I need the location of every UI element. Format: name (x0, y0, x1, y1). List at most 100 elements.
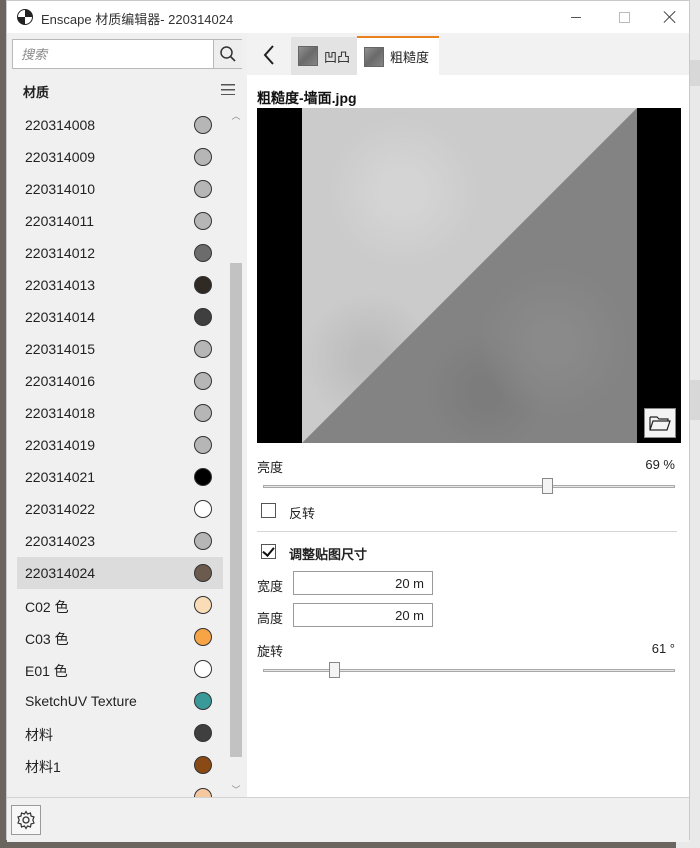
material-name: C03 色 (25, 631, 69, 647)
material-list-item[interactable]: C02 色 (17, 589, 223, 621)
invert-checkbox[interactable] (261, 503, 276, 518)
material-list-item[interactable]: 220314012 (17, 237, 223, 269)
material-color-swatch[interactable] (194, 340, 212, 358)
material-list-item[interactable]: 220314014 (17, 301, 223, 333)
material-name: SketchUV Texture (25, 693, 137, 709)
brightness-slider[interactable] (263, 478, 675, 494)
material-name: 220314024 (25, 565, 96, 581)
material-name: 220314013 (25, 277, 96, 293)
scrollbar-thumb[interactable] (230, 263, 242, 757)
materials-header: 材质 (7, 73, 247, 107)
tab-bump[interactable]: 凹凸 (291, 37, 357, 75)
texture-preview (257, 108, 681, 443)
material-color-swatch[interactable] (194, 500, 212, 518)
material-color-swatch[interactable] (194, 532, 212, 550)
material-list-item[interactable]: 220314022 (17, 493, 223, 525)
open-file-button[interactable] (644, 408, 676, 438)
material-name: 材料1 (25, 759, 61, 775)
material-color-swatch[interactable] (194, 148, 212, 166)
chevron-left-icon (263, 45, 274, 65)
material-color-swatch[interactable] (194, 308, 212, 326)
width-label: 宽度 (257, 579, 284, 594)
material-name: 220314021 (25, 469, 96, 485)
search-button[interactable] (213, 40, 242, 68)
material-name: 220314015 (25, 341, 96, 357)
material-color-swatch[interactable] (194, 372, 212, 390)
close-button[interactable] (647, 1, 693, 33)
material-color-swatch[interactable] (194, 564, 212, 582)
texture-tabs-bar: 凹凸 粗糙度 (247, 33, 689, 75)
list-scrollbar[interactable]: ︿ ﹀ (229, 109, 243, 799)
material-color-swatch[interactable] (194, 468, 212, 486)
brightness-label: 亮度 (257, 460, 284, 475)
back-button[interactable] (255, 41, 283, 69)
material-list-item[interactable]: 220314023 (17, 525, 223, 557)
material-name: 220314023 (25, 533, 96, 549)
section-divider (257, 531, 677, 532)
material-list-item[interactable]: 220314024 (17, 557, 223, 589)
material-name: 220314014 (25, 309, 96, 325)
material-color-swatch[interactable] (194, 596, 212, 614)
material-list-item[interactable]: 220314009 (17, 141, 223, 173)
material-list-item[interactable]: 220314015 (17, 333, 223, 365)
material-list-item[interactable]: 220314021 (17, 461, 223, 493)
width-field[interactable]: 20 m (293, 571, 433, 595)
resize-texture-checkbox[interactable] (261, 544, 276, 559)
width-value: 20 m (395, 576, 424, 591)
maximize-button[interactable] (601, 1, 647, 33)
height-field[interactable]: 20 m (293, 603, 433, 627)
material-list-item[interactable]: 220314013 (17, 269, 223, 301)
material-list-item[interactable] (17, 781, 223, 797)
material-color-swatch[interactable] (194, 436, 212, 454)
search-input[interactable] (13, 40, 221, 68)
rotation-label: 旋转 (257, 644, 284, 659)
rotation-slider-thumb[interactable] (328, 662, 340, 678)
brightness-value: 69 % (645, 457, 675, 472)
material-name: E01 色 (25, 663, 68, 679)
material-name: 220314018 (25, 405, 96, 421)
materials-sidebar: 材质 220314008220314009220314010220314011 2… (7, 33, 247, 797)
material-color-swatch[interactable] (194, 788, 212, 797)
search-icon (220, 46, 236, 62)
rotation-slider[interactable] (263, 662, 675, 678)
material-color-swatch[interactable] (194, 116, 212, 134)
folder-icon (649, 416, 671, 431)
scroll-up-icon[interactable]: ︿ (229, 109, 243, 123)
tab-roughness[interactable]: 粗糙度 (357, 36, 439, 75)
material-color-swatch[interactable] (194, 756, 212, 774)
material-list-item[interactable]: E01 色 (17, 653, 223, 685)
material-list-item[interactable]: 220314010 (17, 173, 223, 205)
material-color-swatch[interactable] (194, 212, 212, 230)
texture-filename: 粗糙度-墙面.jpg (257, 90, 357, 106)
material-list-item[interactable]: 220314008 (17, 109, 223, 141)
material-color-swatch[interactable] (194, 276, 212, 294)
material-list-item[interactable]: 材料 (17, 717, 223, 749)
material-list-item[interactable]: 材料1 (17, 749, 223, 781)
brightness-slider-thumb[interactable] (541, 478, 553, 494)
material-color-swatch[interactable] (194, 404, 212, 422)
material-list-item[interactable]: 220314016 (17, 365, 223, 397)
minimize-button[interactable] (553, 1, 599, 33)
material-name: 220314012 (25, 245, 96, 261)
material-name: 220314022 (25, 501, 96, 517)
material-list-item[interactable]: 220314011 (17, 205, 223, 237)
material-color-swatch[interactable] (194, 628, 212, 646)
checkmark-icon (262, 544, 275, 557)
material-color-swatch[interactable] (194, 724, 212, 742)
invert-label: 反转 (289, 506, 316, 521)
scroll-down-icon[interactable]: ﹀ (229, 783, 243, 797)
material-list-item[interactable]: 220314018 (17, 397, 223, 429)
material-list-item[interactable]: 220314019 (17, 429, 223, 461)
maximize-icon (618, 11, 630, 23)
material-color-swatch[interactable] (194, 180, 212, 198)
minimize-icon (571, 16, 581, 18)
material-name: 材料 (25, 727, 53, 743)
height-label: 高度 (257, 611, 284, 626)
material-color-swatch[interactable] (194, 692, 212, 710)
material-list-item[interactable]: SketchUV Texture (17, 685, 223, 717)
settings-button[interactable] (11, 805, 41, 835)
material-color-swatch[interactable] (194, 660, 212, 678)
material-color-swatch[interactable] (194, 244, 212, 262)
hamburger-menu-icon[interactable] (221, 84, 235, 95)
material-list-item[interactable]: C03 色 (17, 621, 223, 653)
